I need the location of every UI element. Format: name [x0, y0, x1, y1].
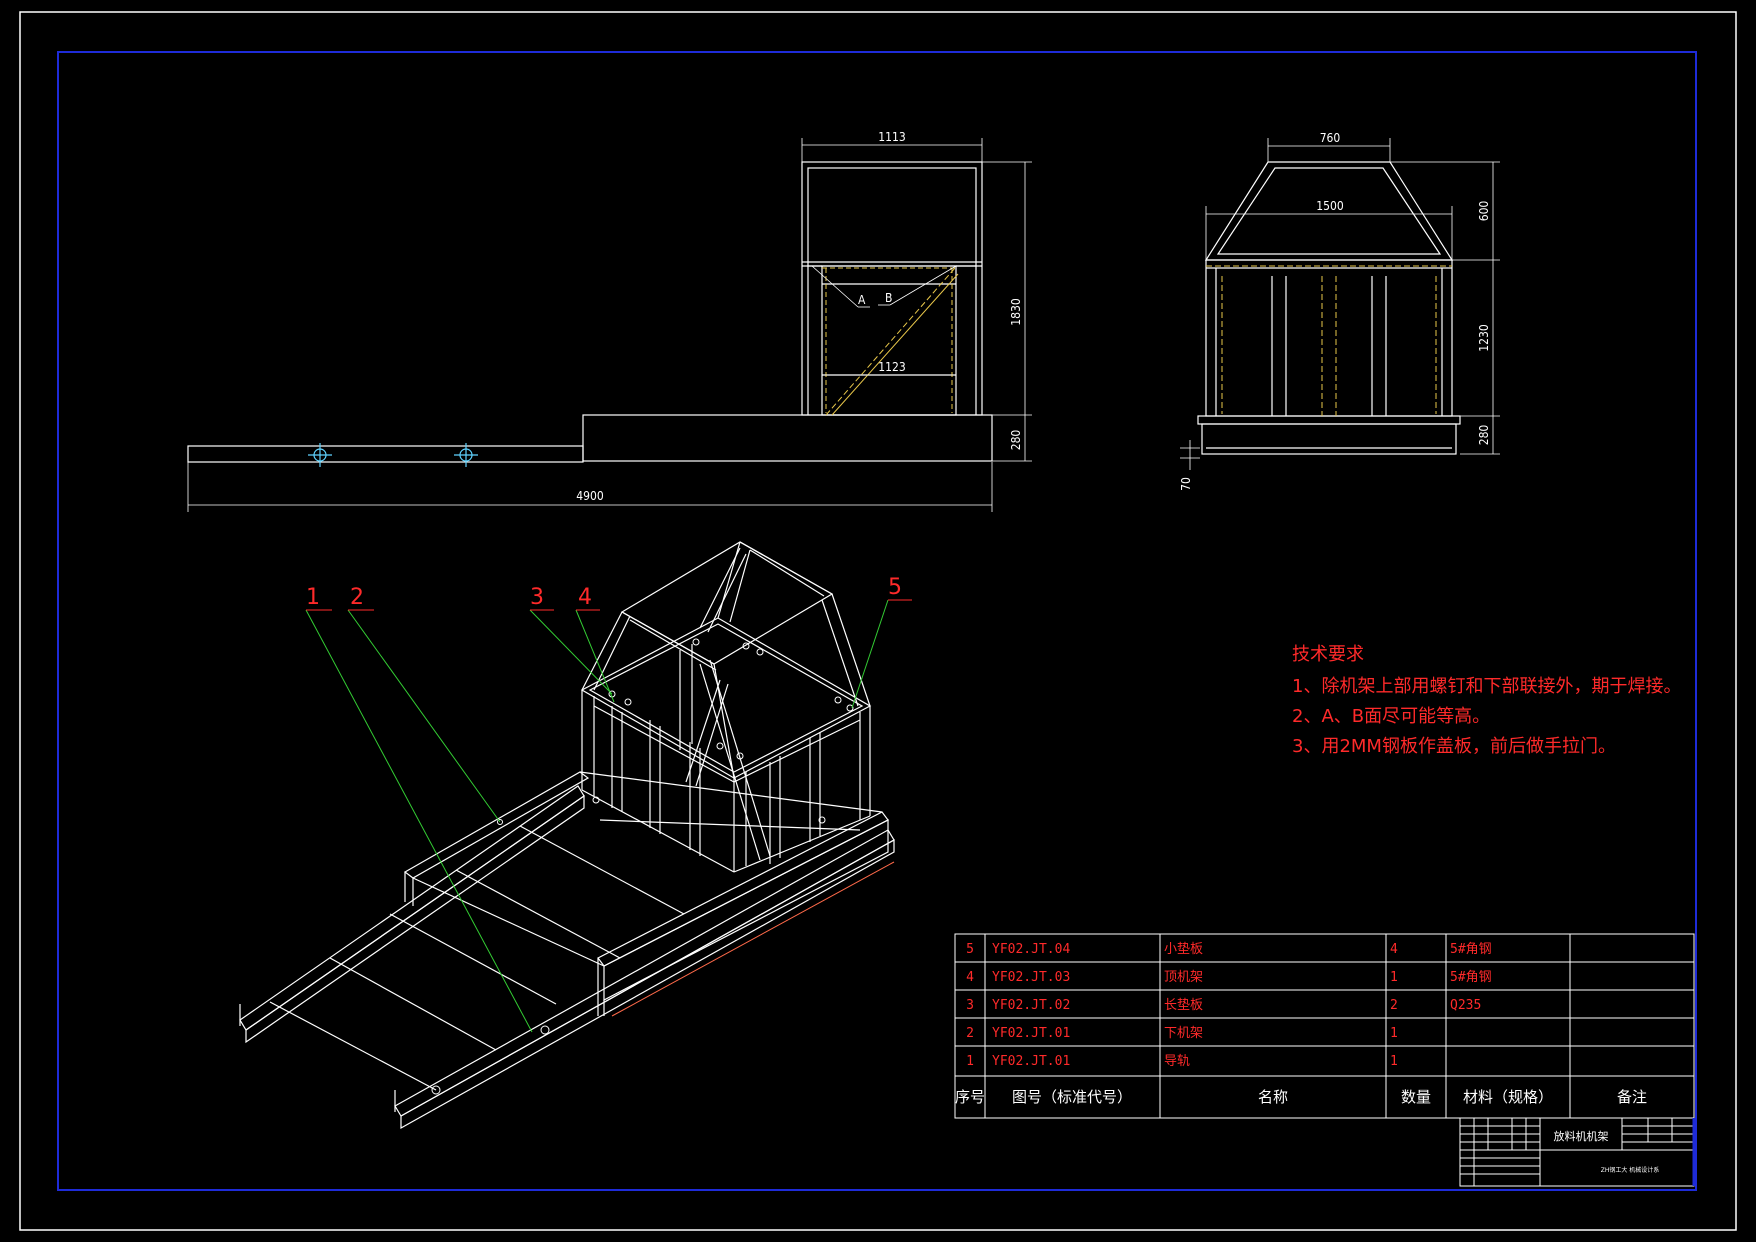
note-item-3: 3、用2MM钢板作盖板，前后做手拉门。	[1292, 736, 1616, 757]
bom-row-5-no: 5	[966, 942, 974, 957]
bom-row-4-no: 4	[966, 970, 974, 985]
bom-row-3-material: Q235	[1450, 998, 1481, 1013]
bom-header-material: 材料（规格）	[1463, 1088, 1553, 1106]
bom-header-remark: 备注	[1617, 1088, 1647, 1106]
dim-front-top-width: 1113	[878, 130, 905, 144]
callout-1: 1	[306, 585, 320, 610]
dim-front-total-length: 4900	[576, 489, 604, 503]
bom-header: 序号 图号（标准代号） 名称 数量 材料（规格） 备注	[955, 1088, 1647, 1106]
bom-row-2-qty: 1	[1390, 1026, 1398, 1041]
title-block-grid	[1459, 1117, 1695, 1187]
title-block-company: ZH钢工大 机械设计系	[1601, 1166, 1660, 1174]
bom-row-2-code: YF02.JT.01	[992, 1026, 1070, 1041]
label-a: A	[858, 293, 866, 307]
cad-drawing-sheet: 1113 1123 1830 280 4900 A B 760 1500 600…	[19, 11, 1737, 1231]
bom-header-name: 名称	[1258, 1088, 1288, 1106]
label-b: B	[885, 291, 892, 305]
outer-frame	[19, 11, 1737, 1231]
dim-side-body-height: 1230	[1477, 324, 1491, 352]
dim-side-foot-height: 70	[1179, 477, 1193, 491]
bom-row-2-name: 下机架	[1164, 1026, 1203, 1041]
bom-row-5-material: 5#角钢	[1450, 942, 1492, 957]
bom-row-4-qty: 1	[1390, 970, 1398, 985]
bom-row-3-code: YF02.JT.02	[992, 998, 1070, 1013]
bom-rows: 5 YF02.JT.04 小垫板 4 5#角钢 4 YF02.JT.03 顶机架…	[966, 941, 1492, 1069]
bom-row-5-name: 小垫板	[1164, 941, 1203, 957]
bom-row-4-code: YF02.JT.03	[992, 970, 1070, 985]
callout-4: 4	[578, 585, 592, 610]
note-item-1: 1、除机架上部用螺钉和下部联接外，期于焊接。	[1292, 676, 1681, 697]
bom-header-code: 图号（标准代号）	[1012, 1088, 1132, 1106]
bom-row-1-qty: 1	[1390, 1054, 1398, 1069]
bom-row-2-no: 2	[966, 1026, 974, 1041]
bom-row-1-no: 1	[966, 1054, 974, 1069]
bom-row-4-name: 顶机架	[1164, 970, 1203, 985]
dim-front-base-height: 280	[1009, 430, 1023, 451]
callout-3: 3	[530, 585, 544, 610]
callout-2: 2	[350, 585, 364, 610]
bom-row-5-qty: 4	[1390, 942, 1398, 957]
dim-side-top-width: 760	[1320, 131, 1341, 145]
dim-side-width: 1500	[1316, 199, 1344, 213]
callout-5: 5	[888, 575, 902, 600]
title-block-drawing-name: 放料机机架	[1554, 1129, 1609, 1143]
notes-title: 技术要求	[1292, 644, 1364, 665]
dim-front-inner-width: 1123	[878, 360, 905, 374]
callout-leaders	[305, 599, 889, 1033]
bom-row-5-code: YF02.JT.04	[992, 942, 1070, 957]
dim-front-total-height: 1830	[1009, 298, 1023, 326]
dim-side-base-height: 280	[1477, 425, 1491, 446]
bom-row-3-no: 3	[966, 998, 974, 1013]
callout-underlines	[306, 599, 912, 611]
bom-row-1-name: 导轨	[1164, 1054, 1190, 1069]
side-hidden-lines	[1206, 265, 1452, 416]
isometric-holes	[431, 638, 854, 1095]
bom-header-no: 序号	[955, 1088, 985, 1106]
isometric-view	[239, 541, 895, 1130]
note-item-2: 2、A、B面尽可能等高。	[1292, 706, 1490, 727]
bom-row-4-material: 5#角钢	[1450, 970, 1492, 985]
bom-row-3-qty: 2	[1390, 998, 1398, 1013]
dim-side-roof-height: 600	[1477, 201, 1491, 222]
bom-row-1-code: YF02.JT.01	[992, 1054, 1070, 1069]
bolt-icon	[308, 443, 478, 467]
bom-row-3-name: 长垫板	[1164, 997, 1203, 1013]
front-view	[187, 161, 993, 467]
rail-shadow-line	[611, 861, 895, 1017]
bom-header-qty: 数量	[1401, 1088, 1431, 1106]
